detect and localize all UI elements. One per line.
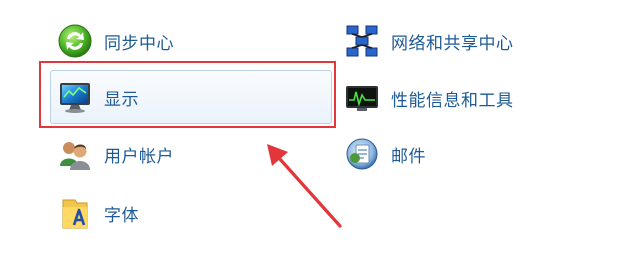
performance-label: 性能信息和工具 xyxy=(391,90,514,111)
network-sharing-label: 网络和共享中心 xyxy=(391,33,514,54)
sync-center-item[interactable]: 同步中心 xyxy=(56,21,326,61)
performance-monitor-icon xyxy=(343,79,381,117)
sync-center-icon xyxy=(56,22,94,60)
network-sharing-item[interactable]: 网络和共享中心 xyxy=(343,21,603,61)
user-accounts-icon xyxy=(56,135,94,173)
control-panel-view: 同步中心 显示 用户帐户 字体 网络和共享中心 性能信息和工具 邮件 xyxy=(0,0,620,271)
mail-item[interactable]: 邮件 xyxy=(343,134,603,174)
red-highlight-box xyxy=(39,61,336,128)
red-arrow-annotation xyxy=(267,144,342,228)
user-accounts-label: 用户帐户 xyxy=(104,146,174,167)
network-icon xyxy=(343,22,381,60)
sync-center-label: 同步中心 xyxy=(104,33,174,54)
mail-label: 邮件 xyxy=(391,146,426,167)
fonts-label: 字体 xyxy=(104,205,139,226)
fonts-folder-icon xyxy=(56,194,94,232)
performance-item[interactable]: 性能信息和工具 xyxy=(343,78,603,118)
